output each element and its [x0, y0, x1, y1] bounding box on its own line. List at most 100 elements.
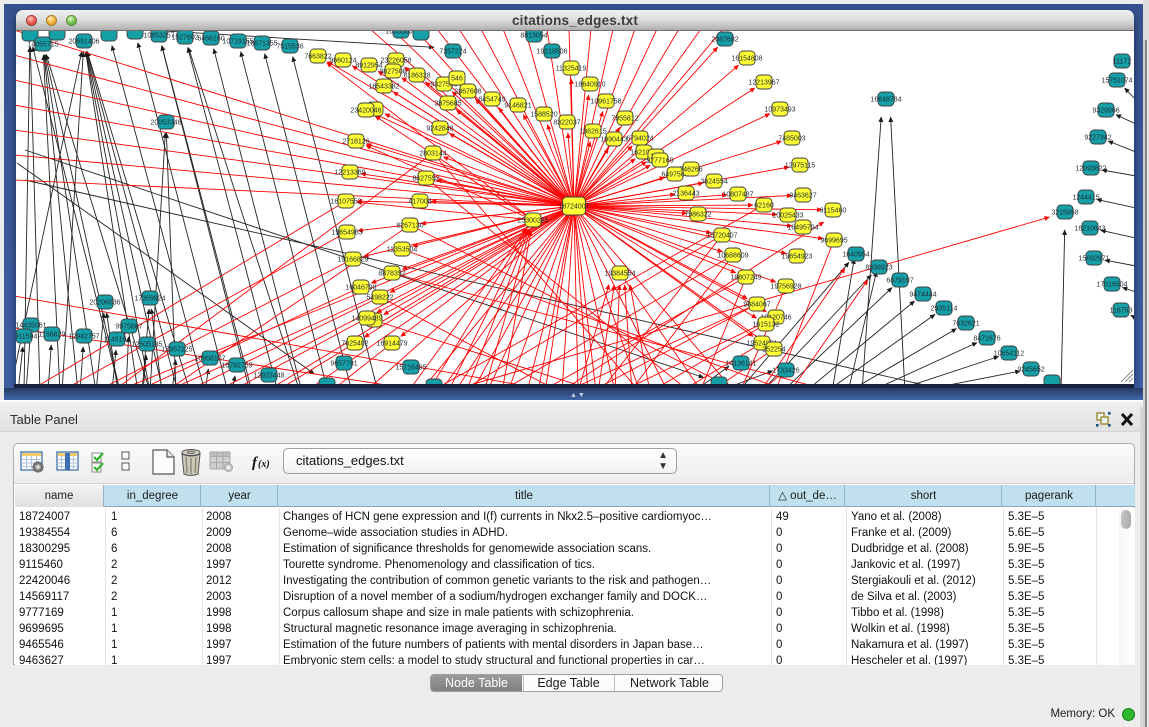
svg-text:1156829: 1156829 [39, 332, 66, 339]
svg-text:7485003: 7485003 [778, 136, 805, 143]
svg-text:6879197: 6879197 [886, 278, 913, 285]
svg-text:7986322: 7986322 [684, 212, 711, 219]
svg-text:14435061: 14435061 [16, 323, 47, 330]
svg-text:9660124: 9660124 [329, 58, 356, 65]
svg-text:3911594: 3911594 [16, 334, 37, 341]
svg-text:417004: 417004 [408, 199, 431, 206]
svg-text:2935114: 2935114 [931, 306, 958, 313]
svg-text:252254: 252254 [762, 347, 785, 354]
svg-text:10654112: 10654112 [994, 351, 1025, 358]
svg-text:14136141: 14136141 [725, 361, 756, 368]
svg-text:7515536: 7515536 [276, 44, 303, 51]
svg-text:1588520: 1588520 [530, 112, 557, 119]
svg-text:8813054: 8813054 [520, 33, 547, 40]
svg-text:16648784: 16648784 [870, 97, 901, 104]
svg-text:16495794: 16495794 [787, 225, 818, 232]
svg-text:10958107: 10958107 [194, 356, 225, 363]
svg-text:20691406: 20691406 [68, 39, 99, 46]
svg-text:1145194: 1145194 [104, 337, 131, 344]
svg-text:1527602: 1527602 [171, 35, 198, 42]
svg-text:15751074: 15751074 [1101, 78, 1132, 85]
svg-text:16107552: 16107552 [330, 199, 361, 206]
svg-text:12975115: 12975115 [785, 163, 816, 170]
svg-text:3875685: 3875685 [434, 101, 461, 108]
svg-text:9146821: 9146821 [504, 103, 531, 110]
svg-text:10853257: 10853257 [143, 33, 174, 40]
svg-text:19218506: 19218506 [536, 49, 567, 56]
svg-text:12942757: 12942757 [68, 334, 99, 341]
svg-text:17957225: 17957225 [161, 347, 192, 354]
svg-text:7357224: 7357224 [439, 49, 466, 56]
svg-text:10688609: 10688609 [717, 253, 748, 260]
svg-text:16046798: 16046798 [345, 285, 376, 292]
svg-text:16154808: 16154808 [731, 56, 762, 63]
svg-text:8267130: 8267130 [396, 223, 423, 230]
svg-text:1362615: 1362615 [579, 129, 606, 136]
svg-text:19166829: 19166829 [337, 257, 368, 264]
svg-text:2087682: 2087682 [711, 37, 738, 44]
svg-text:7625402: 7625402 [341, 341, 368, 348]
svg-text:9975887: 9975887 [115, 324, 142, 331]
svg-text:5498222: 5498222 [366, 295, 393, 302]
svg-text:16782759: 16782759 [221, 363, 252, 370]
svg-text:7663822: 7663822 [304, 54, 331, 61]
svg-text:15720407: 15720407 [706, 233, 737, 240]
svg-text:23226058: 23226058 [380, 58, 411, 65]
svg-text:8938923: 8938923 [865, 265, 892, 272]
svg-text:1244415: 1244415 [1072, 195, 1099, 202]
svg-text:6794024: 6794024 [626, 136, 653, 143]
svg-text:546: 546 [451, 76, 463, 83]
svg-text:19756928: 19756928 [770, 284, 801, 291]
svg-text:8454749: 8454749 [478, 97, 505, 104]
svg-text:9474444: 9474444 [909, 292, 936, 299]
svg-text:10961758: 10961758 [590, 99, 621, 106]
svg-text:(x): (x) [258, 459, 270, 470]
svg-text:18724007: 18724007 [558, 204, 589, 211]
svg-text:1990443: 1990443 [600, 137, 627, 144]
svg-text:1615132: 1615132 [752, 322, 779, 329]
svg-text:7955812: 7955812 [611, 116, 638, 123]
svg-text:12093822: 12093822 [1075, 166, 1106, 173]
svg-text:16914479: 16914479 [376, 341, 407, 348]
svg-text:9227342: 9227342 [1084, 135, 1111, 142]
svg-text:14055715: 14055715 [27, 42, 58, 49]
svg-text:2718126: 2718126 [342, 139, 369, 146]
svg-text:9463627: 9463627 [789, 193, 816, 200]
svg-text:9657791: 9657791 [330, 361, 357, 368]
svg-text:9884067: 9884067 [743, 302, 770, 309]
svg-text:19654923: 19654923 [781, 254, 812, 261]
svg-text:11325419: 11325419 [556, 66, 587, 73]
svg-text:16210643: 16210643 [1074, 226, 1105, 233]
svg-text:1733426: 1733426 [772, 368, 799, 375]
svg-text:62160: 62160 [754, 203, 774, 210]
svg-text:8878352: 8878352 [378, 271, 405, 278]
svg-text:116753: 116753 [1110, 308, 1133, 315]
svg-text:12213369: 12213369 [334, 170, 365, 177]
svg-text:20206536: 20206536 [89, 300, 120, 307]
svg-text:17359924: 17359924 [134, 296, 165, 303]
svg-text:9699695: 9699695 [820, 238, 847, 245]
svg-text:8186328: 8186328 [403, 73, 430, 80]
svg-text:16033809: 16033809 [385, 31, 416, 36]
svg-text:19654983: 19654983 [331, 230, 362, 237]
svg-text:16543382: 16543382 [368, 84, 399, 91]
svg-text:12923448: 12923448 [253, 373, 284, 380]
svg-text:1640954: 1640954 [842, 252, 869, 259]
svg-text:16671355: 16671355 [246, 41, 277, 48]
svg-text:23420046: 23420046 [350, 108, 381, 115]
svg-text:3215958: 3215958 [1051, 210, 1078, 217]
svg-text:14099489: 14099489 [351, 316, 382, 323]
svg-text:9115460: 9115460 [820, 208, 847, 215]
svg-text:3624554: 3624554 [700, 179, 727, 186]
svg-text:10807487: 10807487 [722, 192, 753, 199]
svg-text:12213967: 12213967 [748, 80, 779, 87]
svg-text:746266: 746266 [679, 167, 702, 174]
svg-text:20053346: 20053346 [150, 120, 181, 127]
svg-text:17016504: 17016504 [1096, 282, 1127, 289]
svg-text:15692971: 15692971 [1078, 256, 1109, 263]
svg-text:8471676: 8471676 [973, 336, 1000, 343]
svg-text:10025433: 10025433 [772, 213, 803, 220]
svg-text:25300285: 25300285 [517, 218, 548, 225]
svg-text:7632621: 7632621 [952, 321, 979, 328]
svg-text:15716485: 15716485 [395, 365, 426, 372]
